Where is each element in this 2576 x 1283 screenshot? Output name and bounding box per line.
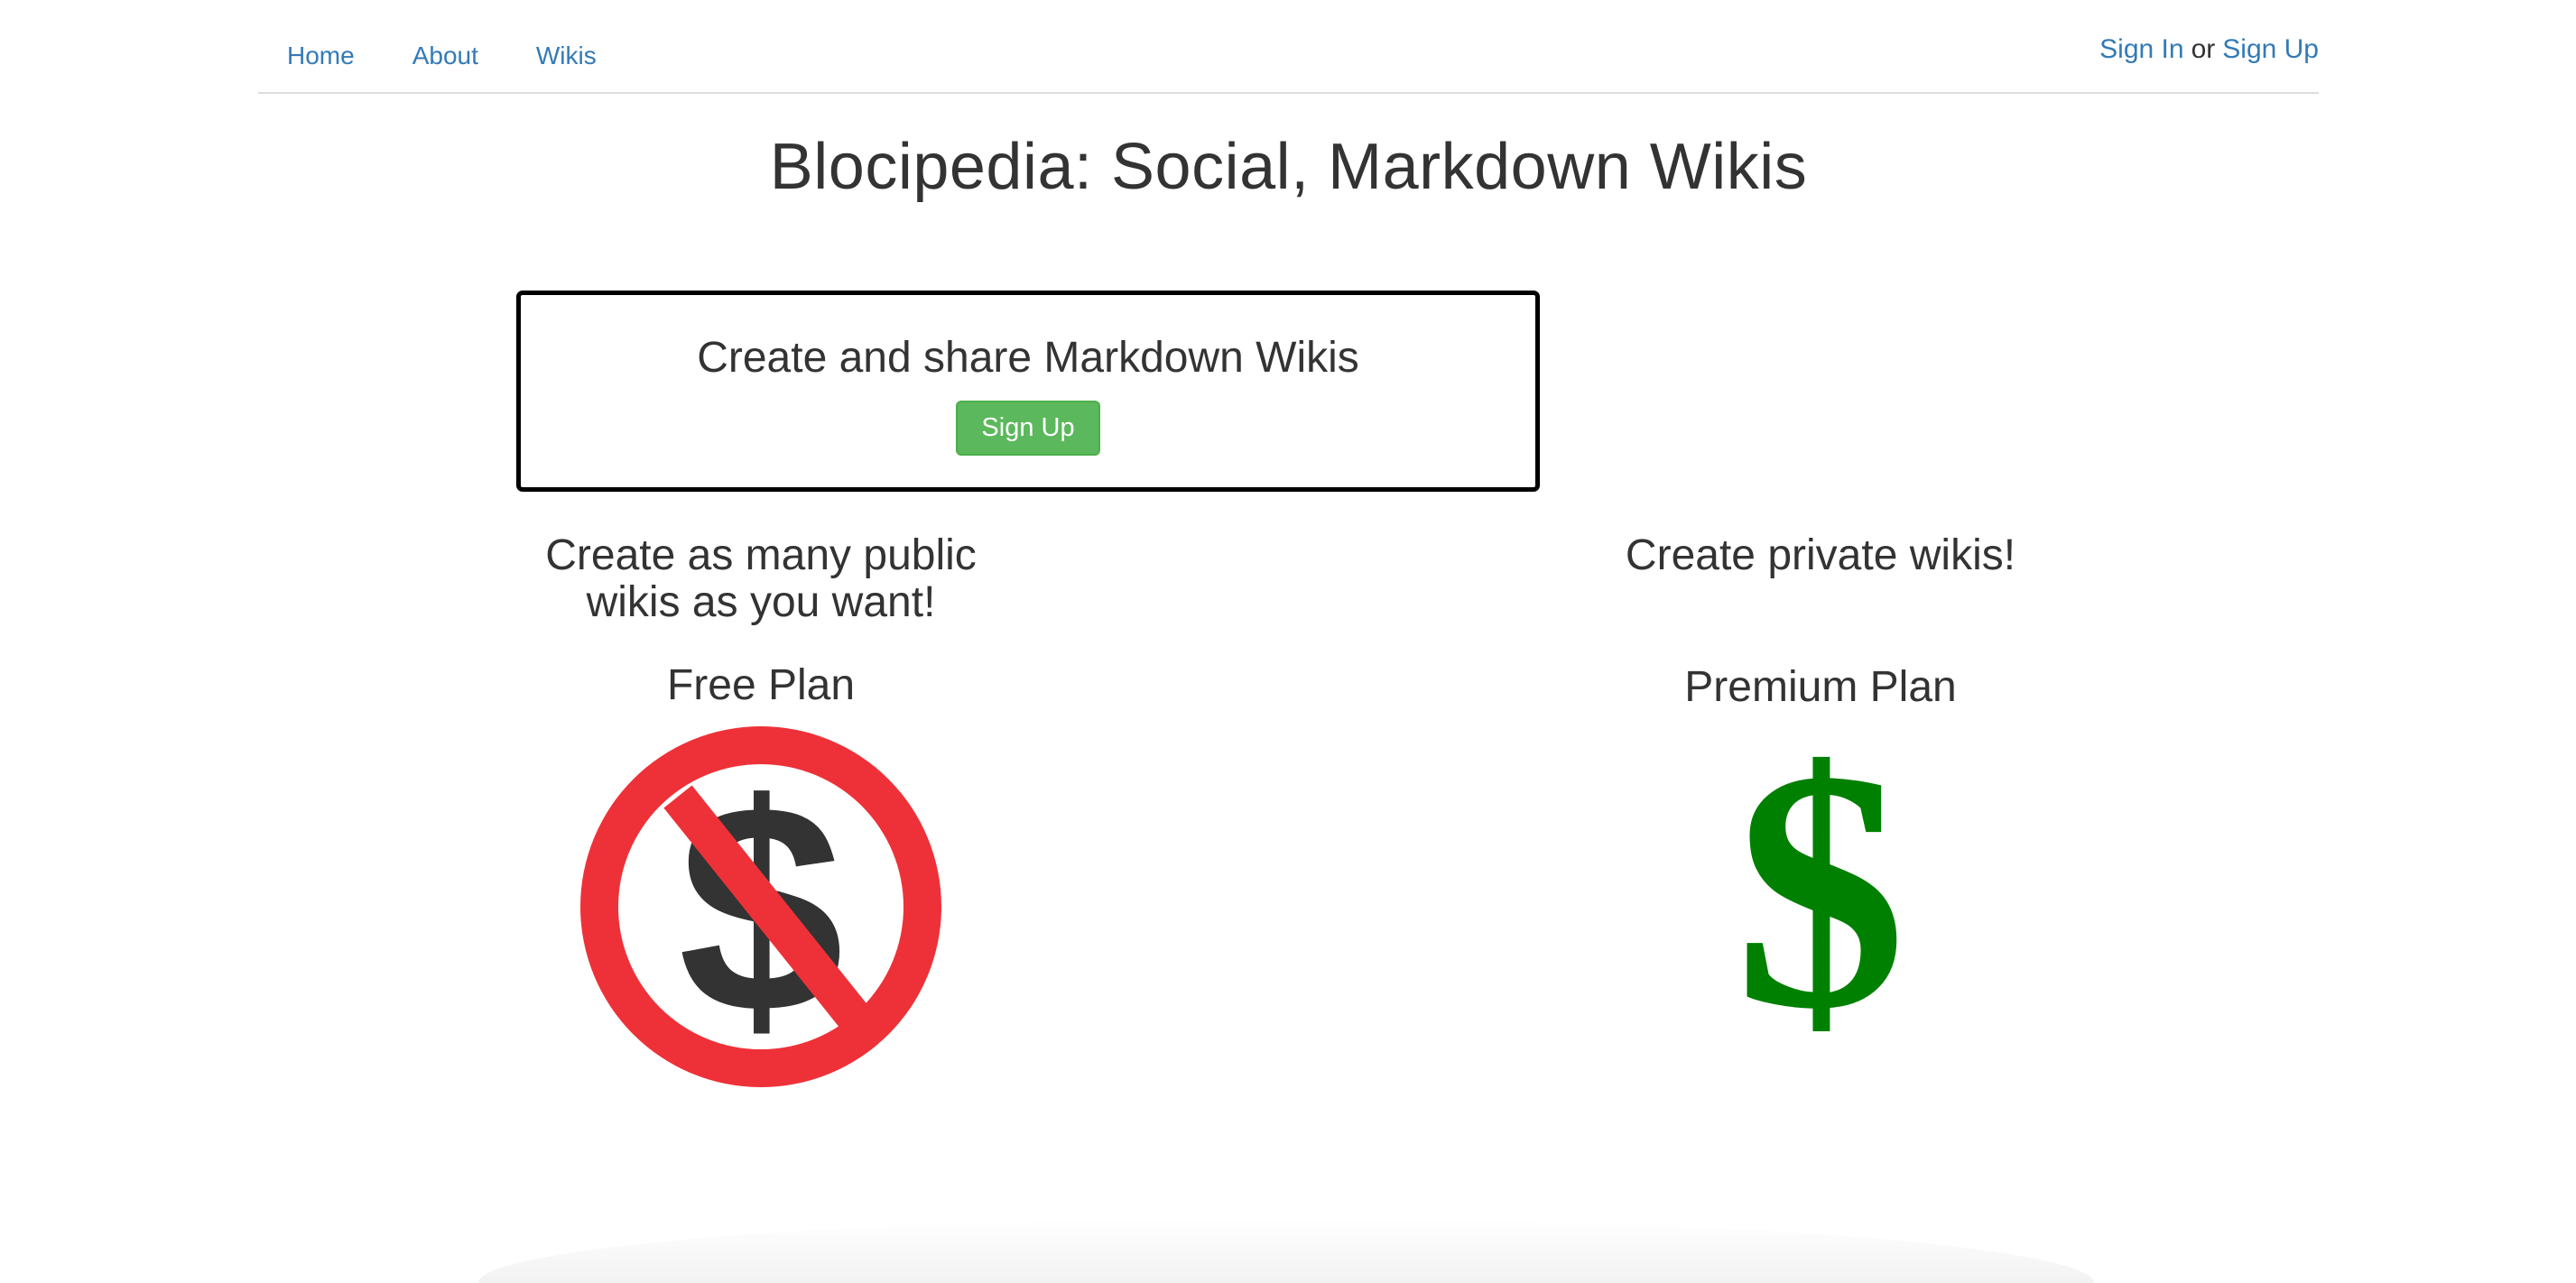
no-dollar-icon: $ xyxy=(400,725,1122,1089)
premium-plan-column: Create private wikis! Premium Plan $ xyxy=(1459,532,2182,1046)
footer-shadow xyxy=(478,1218,2094,1283)
free-heading-line2: wikis as you want! xyxy=(586,577,936,626)
free-heading-line1: Create as many public xyxy=(545,531,977,579)
dollar-icon: $ xyxy=(1459,730,2182,1046)
nav-wikis-link[interactable]: Wikis xyxy=(507,34,625,78)
free-plan-heading: Create as many public wikis as you want! xyxy=(400,532,1122,626)
sign-up-link[interactable]: Sign Up xyxy=(2222,34,2319,64)
auth-links: Sign In or Sign Up xyxy=(2099,34,2319,65)
jumbotron-heading: Create and share Markdown Wikis xyxy=(697,334,1359,382)
premium-plan-heading: Create private wikis! xyxy=(1625,531,2016,579)
svg-text:$: $ xyxy=(1735,730,1906,1046)
page-title: Blocipedia: Social, Markdown Wikis xyxy=(769,131,1808,203)
auth-or-text: or xyxy=(2191,34,2216,64)
nav-home-link[interactable]: Home xyxy=(258,34,384,78)
top-navbar: Home About Wikis Sign In or Sign Up xyxy=(258,0,2319,94)
sign-in-link[interactable]: Sign In xyxy=(2099,34,2183,64)
page-container: Home About Wikis Sign In or Sign Up Blocip… xyxy=(258,0,2319,203)
premium-plan-title: Premium Plan xyxy=(1684,662,1957,711)
free-plan-title: Free Plan xyxy=(666,660,856,709)
sign-up-button[interactable]: Sign Up xyxy=(956,401,1100,456)
nav-about-link[interactable]: About xyxy=(384,34,507,78)
jumbotron: Create and share Markdown Wikis Sign Up xyxy=(516,291,1540,492)
free-plan-column: Create as many public wikis as you want!… xyxy=(400,532,1122,1089)
nav-links: Home About Wikis xyxy=(258,34,625,78)
